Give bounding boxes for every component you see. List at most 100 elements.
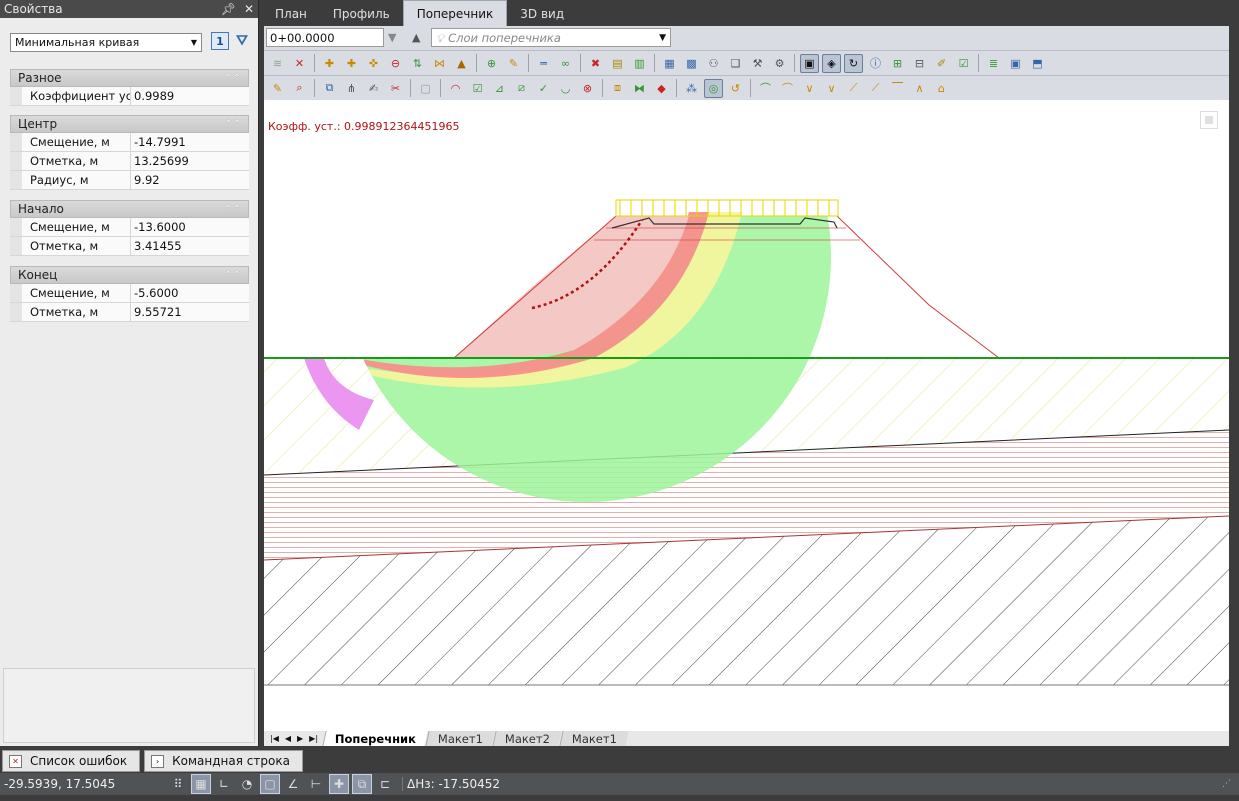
delete-point-icon[interactable]: ✕	[290, 54, 309, 73]
arc-icon[interactable]: ◠	[446, 79, 465, 98]
station-input[interactable]: 0+00.0000	[266, 28, 384, 47]
link-icon[interactable]: ∞	[556, 54, 575, 73]
next-station-icon[interactable]: ▲	[412, 31, 420, 44]
calc-icon[interactable]: ▣	[1006, 54, 1025, 73]
layout-tab-maket2[interactable]: Макет2	[492, 731, 562, 746]
merge-icon[interactable]: ⧓	[630, 79, 649, 98]
property-row[interactable]: Смещение, м -5.6000	[10, 284, 249, 303]
analyze-icon[interactable]: ⁂	[682, 79, 701, 98]
settings-icon[interactable]: ⚙	[770, 54, 789, 73]
ortho-icon[interactable]: ∟	[214, 774, 234, 794]
property-value[interactable]: -13.6000	[131, 218, 249, 236]
delete-vertex-icon[interactable]: ⊖	[386, 54, 405, 73]
crosshair-icon[interactable]: ✚	[329, 774, 349, 794]
lock-icon[interactable]: ▢	[416, 79, 435, 98]
info-icon[interactable]: ⓘ	[866, 54, 885, 73]
property-value[interactable]: 9.55721	[131, 303, 249, 321]
drawing-canvas[interactable]: Коэфф. уст.: 0.998912364451965	[263, 100, 1230, 731]
layout-tab-maket1[interactable]: Макет1	[425, 731, 495, 746]
terrain-icon[interactable]: ▲	[452, 54, 471, 73]
close-icon[interactable]: ✕	[244, 2, 254, 16]
move-vertex-icon[interactable]: ✜	[364, 54, 383, 73]
lineweight-icon[interactable]: ⊏	[375, 774, 395, 794]
property-row[interactable]: Смещение, м -14.7991	[10, 133, 249, 152]
section-header[interactable]: Центр ⌃⌃	[10, 115, 249, 133]
diagonal-icon[interactable]: ⧄	[512, 79, 531, 98]
valley-2-icon[interactable]: ∨	[822, 79, 841, 98]
track-icon[interactable]: ⊢	[306, 774, 326, 794]
tab-cross-section[interactable]: Поперечник	[402, 0, 508, 26]
prev-tab-icon[interactable]: ◀	[285, 734, 291, 743]
pin-icon[interactable]: 📌︎	[221, 2, 236, 16]
hierarchy-icon[interactable]: ⋔	[342, 79, 361, 98]
peak-icon[interactable]: ∧	[910, 79, 929, 98]
object-snap-icon[interactable]: ▢	[260, 774, 280, 794]
error-list-tab[interactable]: ✕ Список ошибок	[2, 750, 141, 772]
layer-stack-icon[interactable]: ≋	[268, 54, 287, 73]
grid-icon[interactable]: ▦	[191, 774, 211, 794]
stop-icon[interactable]: ⊗	[578, 79, 597, 98]
collapse-icon[interactable]: ⌃⌃	[224, 73, 241, 84]
check-icon[interactable]: ✓	[534, 79, 553, 98]
ramp-2-icon[interactable]: ⟋	[866, 79, 885, 98]
split-line-icon[interactable]: ⋈	[430, 54, 449, 73]
table-icon[interactable]: ▦	[660, 54, 679, 73]
filter-icon[interactable]: ⛛	[233, 32, 251, 50]
check-slope-icon[interactable]: ☑	[468, 79, 487, 98]
property-row[interactable]: Отметка, м 3.41455	[10, 237, 249, 256]
slip-circle-icon[interactable]: ◎	[704, 78, 723, 98]
next-tab-icon[interactable]: ▶	[297, 734, 303, 743]
layers-icon[interactable]: ⧈	[608, 79, 627, 98]
section-header[interactable]: Конец ⌃⌃	[10, 266, 249, 284]
tab-3d-view[interactable]: 3D вид	[507, 2, 577, 26]
property-value[interactable]: -14.7991	[131, 133, 249, 151]
arc-down-icon[interactable]: ⌒	[778, 79, 797, 98]
grid-icon[interactable]: ▩	[682, 54, 701, 73]
cross-section-drawing[interactable]	[263, 100, 1230, 731]
property-value[interactable]: 0.9989	[131, 87, 249, 105]
resize-grip-icon[interactable]: ⋰	[1222, 779, 1231, 789]
object-select[interactable]: Минимальная кривая ▼	[10, 33, 202, 52]
property-row[interactable]: Коэффициент ус... 0.9989	[10, 87, 249, 106]
arc-up-icon[interactable]: ⌒	[756, 79, 775, 98]
map-icon[interactable]: ▥	[630, 54, 649, 73]
curve-icon[interactable]: ◡	[556, 79, 575, 98]
level-icon[interactable]: ⊟	[910, 54, 929, 73]
edit-icon[interactable]: ✍	[364, 79, 383, 98]
property-value[interactable]: -5.6000	[131, 284, 249, 302]
slope-icon[interactable]: ⊿	[490, 79, 509, 98]
zoom-icon[interactable]: ⌕	[290, 79, 309, 98]
property-value[interactable]: 9.92	[131, 171, 249, 189]
layout-tab-cross-section[interactable]: Поперечник	[322, 731, 428, 746]
ruler-icon[interactable]: ✐	[932, 54, 951, 73]
copy-icon[interactable]: ⧉	[320, 79, 339, 98]
angle-icon[interactable]: ∠	[283, 774, 303, 794]
tab-profile[interactable]: Профиль	[320, 2, 403, 26]
palette-icon[interactable]: ◆	[652, 79, 671, 98]
property-row[interactable]: Смещение, м -13.6000	[10, 218, 249, 237]
property-row[interactable]: Отметка, м 13.25699	[10, 152, 249, 171]
collapse-icon[interactable]: ⌃⌃	[224, 270, 241, 281]
last-tab-icon[interactable]: ▶|	[309, 734, 318, 743]
hill-icon[interactable]: ⌂	[932, 79, 951, 98]
save-icon[interactable]: ▣	[800, 53, 819, 73]
property-row[interactable]: Радиус, м 9.92	[10, 171, 249, 190]
collapse-icon[interactable]: ⌃⌃	[224, 204, 241, 215]
add-point-icon[interactable]: ✚	[320, 54, 339, 73]
insert-icon[interactable]: ⊞	[888, 54, 907, 73]
edit-layer-icon[interactable]: ✎	[504, 54, 523, 73]
command-line-tab[interactable]: › Командная строка	[144, 750, 303, 772]
property-value[interactable]: 13.25699	[131, 152, 249, 170]
collapse-icon[interactable]: ⌃⌃	[224, 119, 241, 130]
ramp-icon[interactable]: ⟋	[844, 79, 863, 98]
cut-icon[interactable]: ✂	[386, 79, 405, 98]
tab-plan[interactable]: План	[262, 2, 320, 26]
undo-slip-icon[interactable]: ↺	[726, 79, 745, 98]
layers-dropdown[interactable]: 💡︎ Слои поперечника ▼	[431, 28, 671, 47]
stack-icon[interactable]: ≣	[984, 54, 1003, 73]
add-layer-icon[interactable]: ⊕	[482, 54, 501, 73]
dynamic-input-icon[interactable]: ⧉	[352, 774, 372, 794]
view-extents-icon[interactable]	[1200, 111, 1218, 129]
categorized-view-button[interactable]: 1	[211, 32, 229, 50]
section-header[interactable]: Начало ⌃⌃	[10, 200, 249, 218]
